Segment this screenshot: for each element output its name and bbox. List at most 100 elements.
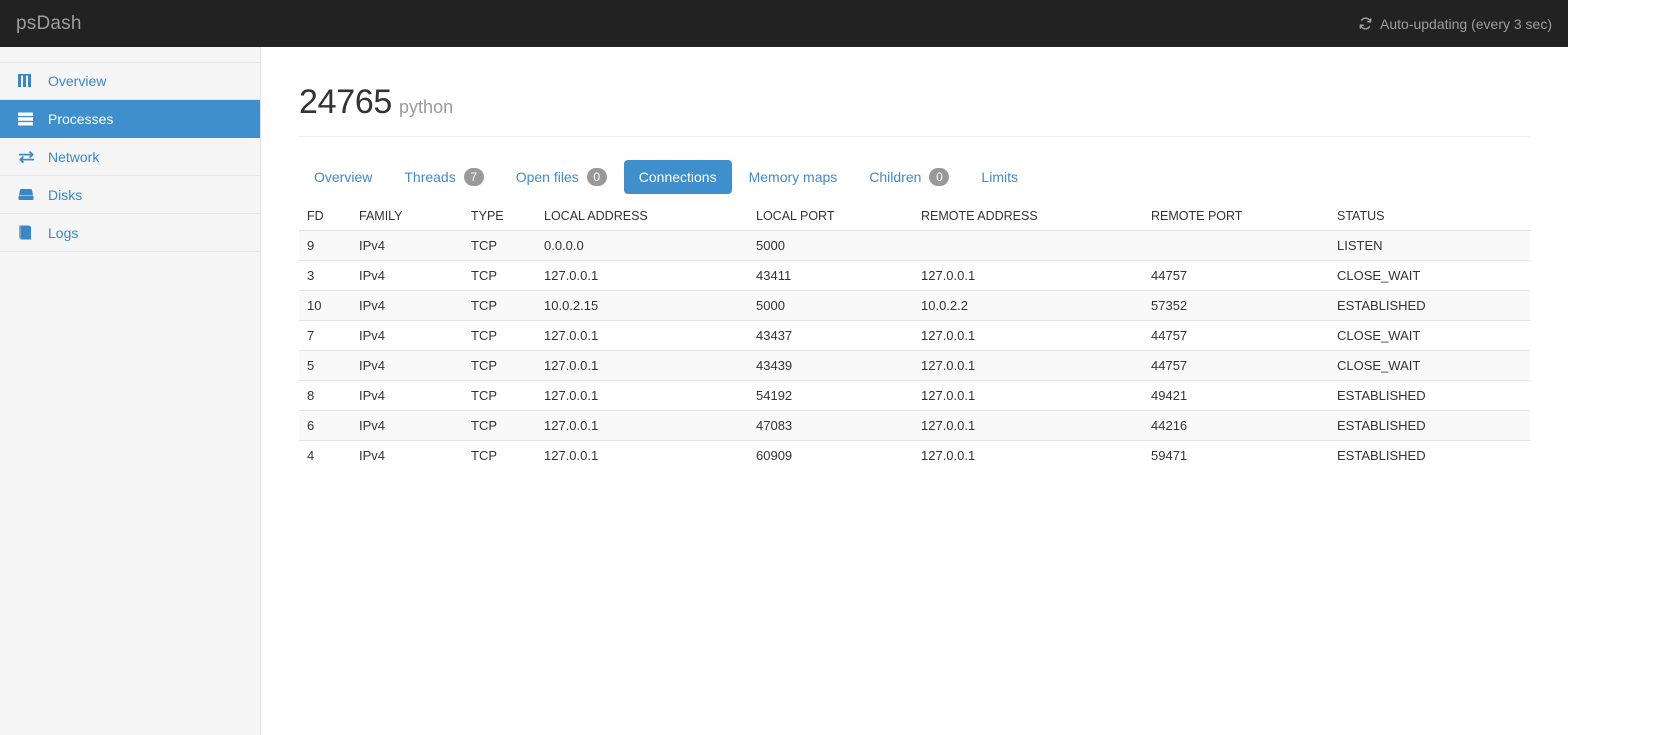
server-list-icon xyxy=(18,111,38,127)
table-row[interactable]: 9 IPv4 TCP 0.0.0.0 5000 LISTEN xyxy=(299,230,1530,261)
column-header-type[interactable]: TYPE xyxy=(463,203,536,231)
tab-badge: 7 xyxy=(463,168,484,186)
column-header-family[interactable]: FAMILY xyxy=(351,203,463,231)
process-name: python xyxy=(399,97,454,117)
cell-remote-address: 127.0.0.1 xyxy=(913,350,1143,381)
cell-local-address: 127.0.0.1 xyxy=(536,320,748,351)
sidebar-item-network[interactable]: Network xyxy=(0,138,260,176)
cell-local-port: 54192 xyxy=(748,380,913,411)
process-tabs: Overview Threads 7 Open files 0 Connecti… xyxy=(299,159,1530,195)
cell-local-address: 0.0.0.0 xyxy=(536,230,748,261)
column-header-remote-address[interactable]: REMOTE ADDRESS xyxy=(913,203,1143,231)
tab-label: Children xyxy=(869,169,922,185)
cell-local-address: 127.0.0.1 xyxy=(536,440,748,470)
cell-local-address: 10.0.2.15 xyxy=(536,290,748,321)
cell-type: TCP xyxy=(463,410,536,441)
cell-remote-port xyxy=(1143,230,1329,261)
cell-family: IPv4 xyxy=(351,440,463,470)
tab-threads[interactable]: Threads 7 xyxy=(389,159,498,195)
cell-type: TCP xyxy=(463,260,536,291)
column-header-local-address[interactable]: LOCAL ADDRESS xyxy=(536,203,748,231)
page-title: 24765 python xyxy=(299,83,1530,137)
cell-local-address: 127.0.0.1 xyxy=(536,350,748,381)
cell-status: LISTEN xyxy=(1329,230,1530,261)
page-right-gutter xyxy=(1568,0,1680,735)
auto-update-label: Auto-updating (every 3 sec) xyxy=(1380,15,1552,32)
cell-remote-port: 44757 xyxy=(1143,350,1329,381)
cell-status: CLOSE_WAIT xyxy=(1329,260,1530,291)
cell-remote-port: 44757 xyxy=(1143,260,1329,291)
tab-memory-maps[interactable]: Memory maps xyxy=(734,160,853,194)
refresh-icon xyxy=(1358,16,1373,31)
connections-table: FD FAMILY TYPE LOCAL ADDRESS LOCAL PORT … xyxy=(299,203,1530,470)
main-content: 24765 python Overview Threads 7 Open file… xyxy=(261,47,1568,735)
cell-fd: 10 xyxy=(299,290,351,321)
cell-fd: 6 xyxy=(299,410,351,441)
column-header-fd[interactable]: FD xyxy=(299,203,351,231)
cell-fd: 9 xyxy=(299,230,351,261)
cell-remote-address: 127.0.0.1 xyxy=(913,320,1143,351)
cell-fd: 8 xyxy=(299,380,351,411)
tab-open-files[interactable]: Open files 0 xyxy=(501,159,622,195)
table-row[interactable]: 8 IPv4 TCP 127.0.0.1 54192 127.0.0.1 49421 ESTA… xyxy=(299,380,1530,411)
cell-status: ESTABLISHED xyxy=(1329,410,1530,441)
column-header-status[interactable]: STATUS xyxy=(1329,203,1530,231)
table-row[interactable]: 7 IPv4 TCP 127.0.0.1 43437 127.0.0.1 44757 CLOS… xyxy=(299,320,1530,351)
cell-fd: 3 xyxy=(299,260,351,291)
cell-status: CLOSE_WAIT xyxy=(1329,350,1530,381)
cell-status: CLOSE_WAIT xyxy=(1329,320,1530,351)
table-row[interactable]: 4 IPv4 TCP 127.0.0.1 60909 127.0.0.1 59471 ESTA… xyxy=(299,440,1530,470)
cell-type: TCP xyxy=(463,320,536,351)
top-navbar: psDash Auto-updating (every 3 sec) xyxy=(0,0,1568,47)
cell-local-address: 127.0.0.1 xyxy=(536,260,748,291)
auto-update-status: Auto-updating (every 3 sec) xyxy=(1358,16,1568,32)
tab-label: Limits xyxy=(981,169,1018,185)
tab-children[interactable]: Children 0 xyxy=(854,159,964,195)
cell-remote-port: 44757 xyxy=(1143,320,1329,351)
tab-limits[interactable]: Limits xyxy=(966,160,1033,194)
cell-local-port: 60909 xyxy=(748,440,913,470)
process-pid: 24765 xyxy=(299,83,393,121)
sidebar-item-disks[interactable]: Disks xyxy=(0,176,260,214)
cell-type: TCP xyxy=(463,230,536,261)
app-brand[interactable]: psDash xyxy=(0,14,82,33)
cell-remote-port: 59471 xyxy=(1143,440,1329,470)
connections-table-wrapper: FD FAMILY TYPE LOCAL ADDRESS LOCAL PORT … xyxy=(299,203,1530,470)
cell-local-address: 127.0.0.1 xyxy=(536,410,748,441)
tab-overview[interactable]: Overview xyxy=(299,160,387,194)
cell-local-port: 5000 xyxy=(748,290,913,321)
sidebar-item-label: Processes xyxy=(48,110,114,127)
table-row[interactable]: 5 IPv4 TCP 127.0.0.1 43439 127.0.0.1 44757 CLOS… xyxy=(299,350,1530,381)
exchange-arrows-icon xyxy=(18,149,38,165)
tab-badge: 0 xyxy=(586,168,607,186)
cell-status: ESTABLISHED xyxy=(1329,380,1530,411)
cell-local-port: 43439 xyxy=(748,350,913,381)
table-row[interactable]: 3 IPv4 TCP 127.0.0.1 43411 127.0.0.1 44757 CLOS… xyxy=(299,260,1530,291)
column-header-local-port[interactable]: LOCAL PORT xyxy=(748,203,913,231)
cell-type: TCP xyxy=(463,440,536,470)
sidebar-item-processes[interactable]: Processes xyxy=(0,100,260,138)
sidebar-item-label: Disks xyxy=(48,186,83,203)
sidebar-item-logs[interactable]: Logs xyxy=(0,214,260,252)
cell-remote-port: 49421 xyxy=(1143,380,1329,411)
cell-fd: 4 xyxy=(299,440,351,470)
tab-badge: 0 xyxy=(929,168,950,186)
cell-family: IPv4 xyxy=(351,380,463,411)
cell-remote-address: 127.0.0.1 xyxy=(913,260,1143,291)
cell-family: IPv4 xyxy=(351,290,463,321)
table-row[interactable]: 10 IPv4 TCP 10.0.2.15 5000 10.0.2.2 57352 ESTAB… xyxy=(299,290,1530,321)
cell-local-port: 43437 xyxy=(748,320,913,351)
sidebar-item-label: Overview xyxy=(48,73,107,89)
sidebar-item-label: Network xyxy=(48,148,100,165)
cell-remote-address xyxy=(913,230,1143,261)
cell-family: IPv4 xyxy=(351,320,463,351)
sidebar-item-overview[interactable]: Overview xyxy=(0,62,260,100)
cell-local-port: 43411 xyxy=(748,260,913,291)
cell-local-address: 127.0.0.1 xyxy=(536,380,748,411)
cell-family: IPv4 xyxy=(351,260,463,291)
table-header: FD FAMILY TYPE LOCAL ADDRESS LOCAL PORT … xyxy=(299,203,1530,231)
dashboard-icon xyxy=(18,73,38,89)
table-row[interactable]: 6 IPv4 TCP 127.0.0.1 47083 127.0.0.1 44216 ESTA… xyxy=(299,410,1530,441)
column-header-remote-port[interactable]: REMOTE PORT xyxy=(1143,203,1329,231)
tab-connections[interactable]: Connections xyxy=(623,160,732,194)
